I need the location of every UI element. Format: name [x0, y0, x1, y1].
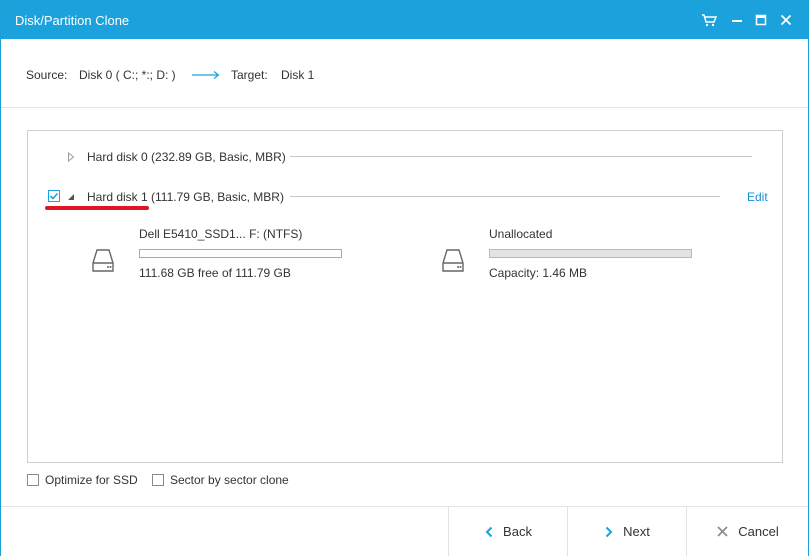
optimize-ssd-label: Optimize for SSD	[45, 473, 138, 487]
partition-detail: 111.68 GB free of 111.79 GB	[139, 266, 291, 280]
cart-icon[interactable]	[699, 10, 719, 30]
minimize-icon[interactable]	[727, 10, 747, 30]
source-label: Source:	[26, 68, 68, 82]
disk-map-panel: Hard disk 0 (232.89 GB, Basic, MBR) Hard…	[27, 130, 783, 463]
window-title: Disk/Partition Clone	[15, 13, 130, 28]
hard-drive-icon	[442, 249, 464, 272]
divider	[290, 156, 752, 157]
chevron-right-icon	[605, 526, 613, 538]
back-label: Back	[503, 524, 532, 539]
cancel-button[interactable]: Cancel	[686, 507, 809, 556]
partition-name: Unallocated	[489, 227, 553, 241]
sector-clone-checkbox[interactable]	[152, 474, 164, 486]
back-button[interactable]: Back	[448, 507, 568, 556]
check-icon	[49, 192, 59, 200]
clone-window: Disk/Partition Clone Source: Disk 0 ( C:…	[0, 0, 809, 556]
usage-bar	[489, 249, 692, 258]
chevron-left-icon	[485, 526, 493, 538]
cancel-label: Cancel	[738, 524, 779, 539]
source-value: Disk 0 ( C:; *:; D: )	[79, 68, 176, 82]
optimize-ssd-checkbox[interactable]	[27, 474, 39, 486]
disk-label: Hard disk 0 (232.89 GB, Basic, MBR)	[87, 150, 286, 164]
collapse-arrow-icon[interactable]	[67, 193, 75, 201]
disk-label: Hard disk 1 (111.79 GB, Basic, MBR)	[87, 190, 284, 204]
source-target-bar: Source: Disk 0 ( C:; *:; D: ) Target: Di…	[1, 39, 808, 108]
maximize-icon[interactable]	[751, 10, 771, 30]
hard-drive-icon	[92, 249, 114, 272]
footer-bar: Back Next Cancel	[1, 506, 808, 556]
next-button[interactable]: Next	[567, 507, 687, 556]
close-icon[interactable]	[776, 10, 796, 30]
divider	[290, 196, 720, 197]
next-label: Next	[623, 524, 650, 539]
title-bar[interactable]: Disk/Partition Clone	[1, 1, 808, 39]
target-label: Target:	[231, 68, 268, 82]
target-value: Disk 1	[281, 68, 315, 82]
expand-arrow-icon[interactable]	[67, 152, 75, 162]
edit-link[interactable]: Edit	[747, 190, 768, 204]
partition-name: Dell E5410_SSD1... F: (NTFS)	[139, 227, 303, 241]
disk-checkbox[interactable]	[48, 190, 60, 202]
sector-clone-label: Sector by sector clone	[170, 473, 289, 487]
usage-bar	[139, 249, 342, 258]
annotation-underline	[45, 206, 149, 210]
close-x-icon	[717, 526, 728, 537]
partition-detail: Capacity: 1.46 MB	[489, 266, 588, 280]
arrow-right-icon	[192, 71, 220, 79]
